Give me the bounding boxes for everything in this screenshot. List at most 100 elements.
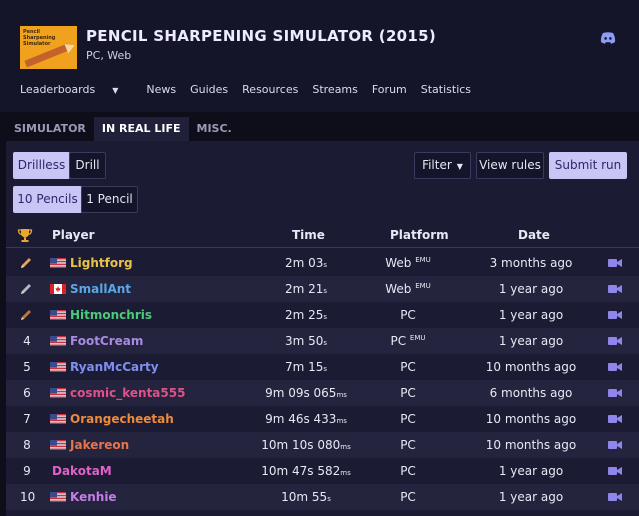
run-time-value: 2m 03 (284, 256, 324, 270)
discord-icon[interactable] (600, 32, 616, 44)
run-date: 6 months ago (489, 386, 573, 400)
column-time[interactable]: Time (292, 228, 325, 242)
table-row[interactable]: 9 DakotaM 10m 47s 582ms PC 1 year ago (6, 458, 639, 484)
run-time[interactable]: 2m 03s (254, 256, 358, 270)
game-platforms: PC, Web (86, 49, 132, 62)
table-row[interactable]: 7 Orangecheetah 9m 46s 433ms PC 10 months a… (6, 406, 639, 432)
column-platform[interactable]: Platform (390, 228, 449, 242)
view-rules-button[interactable]: View rules (476, 152, 544, 179)
run-time[interactable]: 9m 09s 065ms (254, 386, 358, 400)
rank-number: 4 (23, 334, 31, 348)
table-row[interactable]: 4 FootCream 3m 50s PC EMU 1 year ago (6, 328, 639, 354)
rank-number: 7 (23, 412, 31, 426)
video-camera-icon[interactable] (608, 388, 622, 398)
table-row[interactable]: 10 Kenhie 10m 55s PC 1 year ago (6, 484, 639, 510)
video-camera-icon[interactable] (608, 258, 622, 268)
video-camera-icon[interactable] (608, 414, 622, 424)
player-name-link[interactable]: Lightforg (70, 256, 133, 270)
table-row[interactable]: 5 RyanMcCarty 7m 15s PC 10 months ago (6, 354, 639, 380)
run-platform: PC (366, 412, 450, 426)
tab-simulator[interactable]: SIMULATOR (6, 117, 94, 141)
run-platform: Web EMU (366, 282, 450, 296)
run-time[interactable]: 7m 15s (254, 360, 358, 374)
run-time[interactable]: 10m 55s (254, 490, 358, 504)
nav-resources[interactable]: Resources (242, 83, 298, 96)
table-row[interactable]: 6 cosmic_kenta555 9m 09s 065ms PC 6 months … (6, 380, 639, 406)
player-name-link[interactable]: Orangecheetah (70, 412, 174, 426)
video-camera-icon[interactable] (608, 310, 622, 320)
gold-pencil-icon (21, 258, 31, 268)
nav-forum[interactable]: Forum (372, 83, 407, 96)
video-camera-icon[interactable] (608, 362, 622, 372)
player-name-link[interactable]: SmallAnt (70, 282, 131, 296)
run-time[interactable]: 2m 25s (254, 308, 358, 322)
one-pencil-button[interactable]: 1 Pencil (81, 186, 138, 213)
player-name-link[interactable]: cosmic_kenta555 (70, 386, 185, 400)
run-time[interactable]: 2m 21s (254, 282, 358, 296)
platform-name: PC (400, 308, 416, 322)
nav-streams[interactable]: Streams (312, 83, 358, 96)
video-camera-icon[interactable] (608, 492, 622, 502)
video-camera-icon[interactable] (608, 466, 622, 476)
game-logo[interactable]: Pencil Sharpening Simulator (20, 26, 77, 69)
emulator-badge: EMU (415, 256, 431, 264)
platform-name: PC (400, 386, 416, 400)
video-camera-icon[interactable] (608, 336, 622, 346)
run-time[interactable]: 10m 10s 080ms (254, 438, 358, 452)
video-camera-icon[interactable] (608, 440, 622, 450)
run-time-value: 10m 10s 080 (261, 438, 341, 452)
player-name-link[interactable]: Jakereon (70, 438, 129, 452)
us-flag-icon (50, 440, 66, 450)
run-date: 10 months ago (485, 360, 577, 374)
table-row[interactable]: Hitmonchris 2m 25s PC 1 year ago (6, 302, 639, 328)
drillless-button[interactable]: Drillless (13, 152, 70, 179)
us-flag-icon (50, 414, 66, 424)
nav-leaderboards[interactable]: Leaderboards ▼ (20, 83, 132, 96)
table-row[interactable]: 8 Jakereon 10m 10s 080ms PC 10 months ago (6, 432, 639, 458)
nav-news[interactable]: News (146, 83, 176, 96)
player-name-link[interactable]: DakotaM (52, 464, 112, 478)
run-time-value: 9m 46s 433 (265, 412, 337, 426)
run-platform: PC (366, 490, 450, 504)
column-player[interactable]: Player (52, 228, 95, 242)
rank-number: 9 (23, 464, 31, 478)
tab-in-real-life[interactable]: IN REAL LIFE (93, 117, 189, 141)
run-date: 3 months ago (489, 256, 573, 270)
submit-run-button[interactable]: Submit run (549, 152, 627, 179)
run-time[interactable]: 9m 46s 433ms (254, 412, 358, 426)
table-row[interactable]: SmallAnt 2m 21s Web EMU 1 year ago (6, 276, 639, 302)
us-flag-icon (50, 492, 66, 502)
run-time-unit: ms (340, 443, 351, 451)
run-time-value: 3m 50 (284, 334, 324, 348)
run-time-unit: s (323, 261, 328, 269)
run-time-unit: s (323, 287, 328, 295)
run-time-unit: s (323, 313, 328, 321)
platform-name: PC (400, 490, 416, 504)
nav-statistics[interactable]: Statistics (421, 83, 471, 96)
player-name-link[interactable]: Kenhie (70, 490, 117, 504)
run-time[interactable]: 10m 47s 582ms (254, 464, 358, 478)
filter-button[interactable]: Filter ▼ (414, 152, 471, 179)
run-time-value: 2m 21 (284, 282, 324, 296)
drill-button[interactable]: Drill (69, 152, 106, 179)
table-row[interactable]: Lightforg 2m 03s Web EMU 3 months ago (6, 250, 639, 276)
nav-guides[interactable]: Guides (190, 83, 228, 96)
platform-name: PC (400, 438, 416, 452)
game-title[interactable]: PENCIL SHARPENING SIMULATOR (2015) (86, 27, 436, 45)
player-name-link[interactable]: RyanMcCarty (70, 360, 159, 374)
main-nav: Leaderboards ▼ News Guides Resources Stre… (20, 83, 485, 96)
ten-pencils-button[interactable]: 10 Pencils (13, 186, 82, 213)
run-platform: PC (366, 308, 450, 322)
run-time-unit: s (323, 339, 328, 347)
player-name-link[interactable]: Hitmonchris (70, 308, 152, 322)
canada-flag-icon (50, 284, 66, 294)
player-name-link[interactable]: FootCream (70, 334, 143, 348)
tab-misc[interactable]: MISC. (189, 117, 240, 141)
logo-text: Pencil Sharpening Simulator (23, 29, 56, 47)
trophy-icon (17, 229, 33, 242)
run-time[interactable]: 3m 50s (254, 334, 358, 348)
run-date: 10 months ago (485, 438, 577, 452)
chevron-down-icon: ▼ (112, 86, 119, 95)
column-date[interactable]: Date (518, 228, 550, 242)
video-camera-icon[interactable] (608, 284, 622, 294)
